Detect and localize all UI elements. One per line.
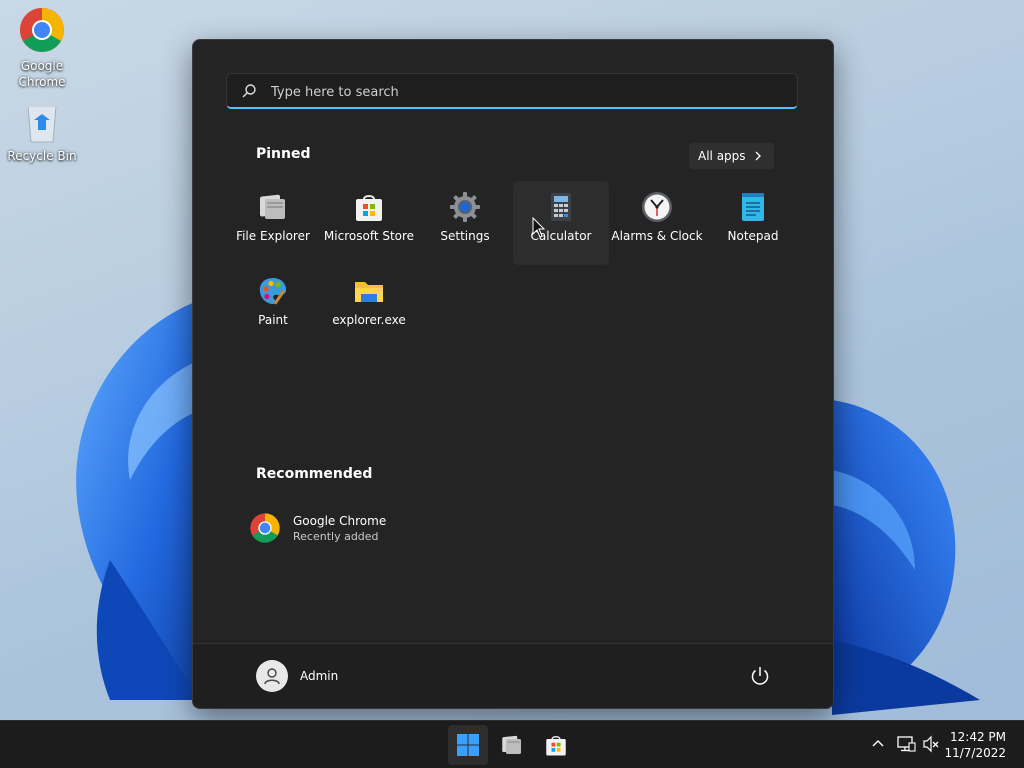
desktop-icon-label: Google xyxy=(20,59,64,73)
search-input[interactable] xyxy=(269,74,793,110)
recommended-heading: Recommended xyxy=(256,466,373,482)
desktop-icon-recycle-bin[interactable]: Recycle Bin xyxy=(0,100,84,164)
recommended-item-google-chrome[interactable]: Google Chrome Recently added xyxy=(249,508,386,548)
search-icon xyxy=(242,84,256,98)
start-menu: Pinned All apps File Explorer Microsoft … xyxy=(192,39,834,709)
app-label: Paint xyxy=(258,313,288,327)
taskbar-clock[interactable]: 12:42 PM 11/7/2022 xyxy=(944,729,1006,761)
paint-palette-icon xyxy=(259,278,287,305)
settings-gear-icon xyxy=(450,192,480,222)
clock-time: 12:42 PM xyxy=(950,730,1006,744)
desktop-icon-label: Recycle Bin xyxy=(7,149,77,163)
recommended-item-name: Google Chrome xyxy=(293,513,387,528)
notepad-icon xyxy=(742,193,764,221)
app-label: Microsoft Store xyxy=(323,229,415,243)
taskbar: 12:42 PM 11/7/2022 xyxy=(0,720,1024,768)
app-label: Settings xyxy=(440,229,490,243)
microsoft-store-icon xyxy=(356,195,382,221)
user-name: Admin xyxy=(300,669,339,683)
network-icon[interactable] xyxy=(896,735,916,753)
pinned-app-calculator[interactable]: Calculator xyxy=(513,181,609,265)
pinned-app-microsoft-store[interactable]: Microsoft Store xyxy=(321,181,417,265)
pinned-app-explorer-exe[interactable]: explorer.exe xyxy=(321,265,417,349)
user-account-button[interactable]: Admin xyxy=(256,660,338,692)
recycle-bin-icon xyxy=(26,103,58,143)
power-icon[interactable] xyxy=(748,664,772,688)
desktop-icon-google-chrome[interactable]: Google Chrome xyxy=(0,6,84,90)
file-explorer-icon xyxy=(260,194,285,219)
app-label: Notepad xyxy=(727,229,779,243)
avatar xyxy=(256,660,288,692)
chevron-right-icon xyxy=(755,151,761,161)
pinned-app-notepad[interactable]: Notepad xyxy=(705,181,801,265)
windows-start-icon xyxy=(457,734,479,756)
pinned-app-paint[interactable]: Paint xyxy=(225,265,321,349)
pinned-app-file-explorer[interactable]: File Explorer xyxy=(225,181,321,265)
app-label: Calculator xyxy=(530,229,592,243)
folder-icon xyxy=(355,282,383,302)
microsoft-store-icon xyxy=(546,736,566,756)
app-label: explorer.exe xyxy=(332,313,406,327)
taskbar-start-button[interactable] xyxy=(448,725,488,765)
calculator-icon xyxy=(551,193,571,221)
file-explorer-icon xyxy=(502,735,521,754)
pinned-app-settings[interactable]: Settings xyxy=(417,181,513,265)
all-apps-label: All apps xyxy=(698,149,746,163)
start-menu-footer: Admin xyxy=(193,643,833,708)
all-apps-button[interactable]: All apps xyxy=(689,143,774,169)
app-label: Alarms & Clock xyxy=(611,229,703,243)
chrome-icon xyxy=(20,8,64,52)
taskbar-file-explorer[interactable] xyxy=(492,725,532,765)
clock-date: 11/7/2022 xyxy=(944,746,1006,760)
volume-muted-icon[interactable] xyxy=(922,735,940,753)
desktop-icon-label: Chrome xyxy=(18,75,66,89)
alarms-clock-icon xyxy=(642,192,672,222)
user-icon xyxy=(264,668,280,685)
search-box[interactable] xyxy=(226,73,798,110)
pinned-app-alarms-clock[interactable]: Alarms & Clock xyxy=(609,181,705,265)
chrome-icon xyxy=(250,513,280,543)
mouse-cursor-icon xyxy=(532,217,546,238)
recommended-item-detail: Recently added xyxy=(293,529,379,543)
taskbar-microsoft-store[interactable] xyxy=(536,725,576,765)
pinned-heading: Pinned xyxy=(256,146,311,162)
chevron-up-icon[interactable] xyxy=(870,735,886,751)
app-label: File Explorer xyxy=(236,229,310,243)
